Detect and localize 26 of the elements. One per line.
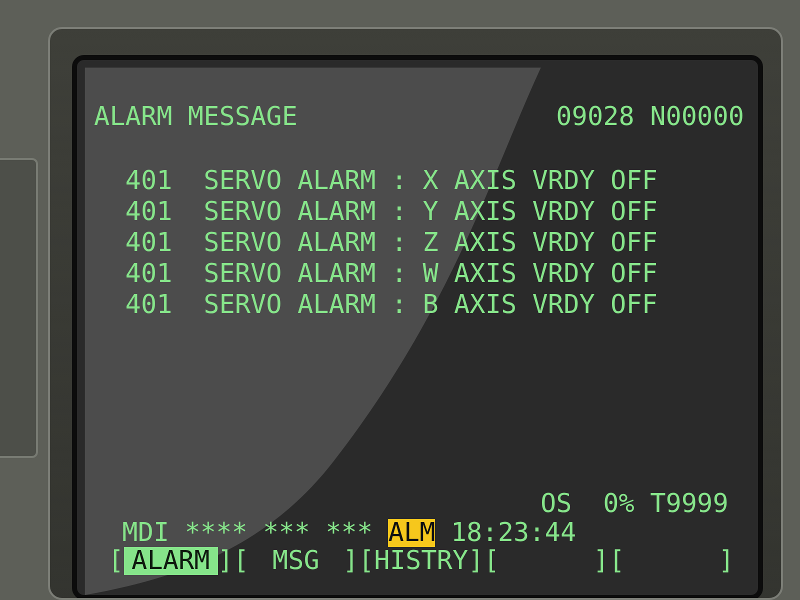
alarm-code: 401 [125, 259, 172, 289]
alarm-message: SERVO ALARM : X AXIS VRDY OFF [204, 166, 658, 196]
tool-number: T9999 [650, 489, 728, 519]
alarm-code: 401 [125, 228, 172, 258]
alarm-badge: ALM [388, 519, 436, 547]
mode-label: MDI [122, 519, 170, 547]
alarm-code: 401 [125, 166, 172, 196]
alarm-code: 401 [125, 197, 172, 227]
softkey[interactable]: [ ] [484, 547, 609, 575]
softkey[interactable]: [ ] [608, 547, 734, 575]
status-field: **** [184, 519, 248, 547]
alarm-message: SERVO ALARM : Y AXIS VRDY OFF [204, 197, 658, 227]
program-number: 09028 [556, 102, 634, 132]
alarm-code: 401 [125, 290, 172, 320]
sequence-number: N00000 [650, 102, 744, 132]
status-field: *** [326, 519, 373, 547]
override-label: OS [540, 489, 572, 519]
softkey[interactable]: [ MSG ] [233, 547, 359, 575]
alarm-message: SERVO ALARM : B AXIS VRDY OFF [204, 290, 658, 320]
screen-title: ALARM MESSAGE [94, 102, 298, 132]
status-field: *** [263, 519, 310, 547]
softkey[interactable]: [HISTRY] [358, 547, 484, 575]
clock-time: 18:23:44 [450, 519, 576, 547]
alarm-message: SERVO ALARM : W AXIS VRDY OFF [204, 259, 658, 289]
override-value: 0% [603, 489, 634, 519]
alarm-message: SERVO ALARM : Z AXIS VRDY OFF [204, 228, 658, 258]
